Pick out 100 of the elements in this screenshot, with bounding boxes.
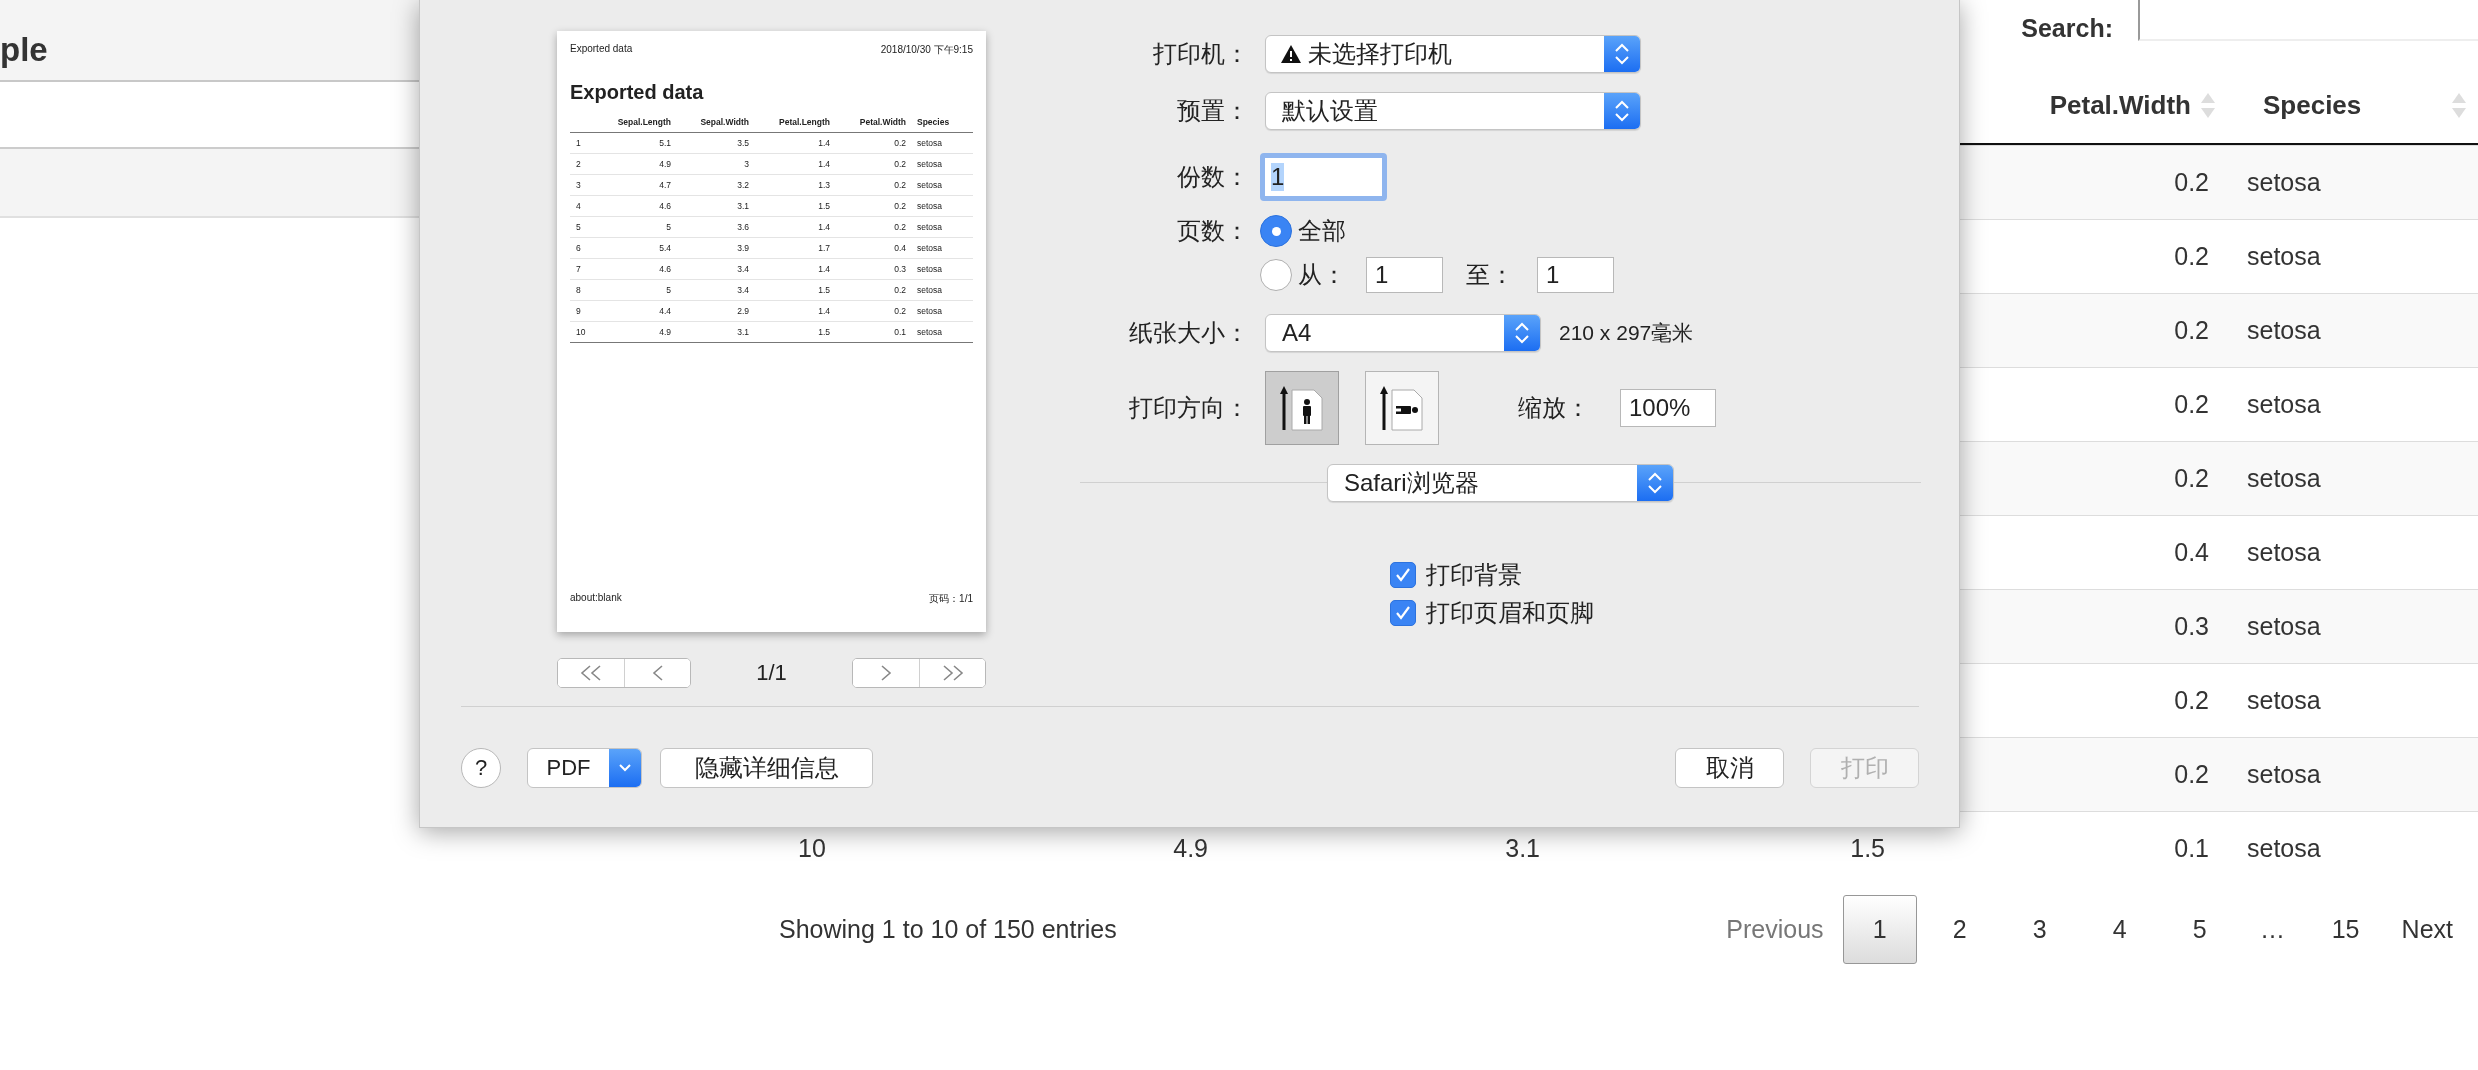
preview-cell-text: 0.2 xyxy=(893,159,907,169)
radio-label[interactable]: 全部 xyxy=(1298,215,1346,247)
page-button[interactable]: 4 xyxy=(2082,894,2157,964)
paper-size-popup[interactable]: A4 xyxy=(1265,314,1541,352)
preview-cell-text: setosa xyxy=(916,180,944,190)
portrait-button[interactable] xyxy=(1265,371,1339,445)
table-cell-text: 0.2 xyxy=(2173,390,2210,419)
table-cell-text: 0.2 xyxy=(2173,760,2210,789)
preview-cell-text: 4.6 xyxy=(658,264,672,274)
preview-page-number: 页码：1/1 xyxy=(929,592,973,606)
preview-cell-text: 1.7 xyxy=(817,243,831,253)
from-page-field[interactable]: 1 xyxy=(1366,257,1443,293)
checkbox-label[interactable]: 打印背景 xyxy=(1426,559,1522,591)
table-cell-text: setosa xyxy=(2246,538,2322,567)
preview-cell-text: 0.2 xyxy=(893,222,907,232)
table-cell-text: 3.1 xyxy=(1504,834,1541,863)
radio-label[interactable]: 从： xyxy=(1298,259,1346,291)
column-heading[interactable]: Petal.Width xyxy=(2049,90,2191,121)
printer-popup[interactable]: 未选择打印机 xyxy=(1265,35,1641,73)
preview-cell-text: 2.9 xyxy=(736,306,750,316)
preview-cell-text: 8 xyxy=(575,285,582,295)
preview-cell-text: 9 xyxy=(575,306,582,316)
preview-column-heading: Sepal.Width xyxy=(699,117,750,127)
preview-cell-text: 5 xyxy=(665,222,672,232)
preview-cell-text: 3.4 xyxy=(736,285,750,295)
search-field[interactable] xyxy=(2138,0,2478,41)
table-cell-text: 0.4 xyxy=(2173,538,2210,567)
preview-cell-text: 3.9 xyxy=(736,243,750,253)
chevron-left-icon xyxy=(650,664,665,682)
preview-header-date: 2018/10/30 下午9:15 xyxy=(880,43,973,57)
preview-cell-text: setosa xyxy=(916,243,944,253)
to-page-field[interactable]: 1 xyxy=(1537,257,1614,293)
preview-title: Exported data xyxy=(570,81,705,104)
pdf-menu-button[interactable]: PDF xyxy=(527,747,642,788)
section-popup[interactable]: Safari浏览器 xyxy=(1327,463,1674,502)
preview-cell-text: 4.9 xyxy=(658,159,672,169)
preview-column-heading: Species xyxy=(916,117,951,127)
table-cell-text: setosa xyxy=(2246,242,2322,271)
table-cell-text: 0.2 xyxy=(2173,464,2210,493)
preview-cell-text: 5.1 xyxy=(658,138,672,148)
warning-icon xyxy=(1280,44,1302,64)
hide-details-button[interactable]: 隐藏详细信息 xyxy=(660,747,873,788)
updown-chevron-icon xyxy=(1612,98,1632,124)
table-cell-text: 10 xyxy=(797,834,827,863)
checkbox[interactable] xyxy=(1390,600,1416,626)
orientation-label: 打印方向： xyxy=(1128,393,1249,423)
pagination-nav-button[interactable]: Next xyxy=(2388,894,2466,964)
to-label: 至： xyxy=(1466,260,1514,290)
table-cell-text: setosa xyxy=(2246,316,2322,345)
paper-dimensions: 210 x 297毫米 xyxy=(1559,320,1694,346)
table-cell-text: setosa xyxy=(2246,390,2322,419)
checkbox[interactable] xyxy=(1390,562,1416,588)
preset-label: 预置： xyxy=(1176,96,1249,126)
page-button[interactable]: 3 xyxy=(2002,894,2077,964)
preview-cell-text: 0.2 xyxy=(893,201,907,211)
chevron-right-icon xyxy=(879,664,893,682)
preview-cell-text: setosa xyxy=(916,222,944,232)
preview-cell-text: 1.4 xyxy=(817,222,831,232)
pagination-ellipsis[interactable]: … xyxy=(2242,894,2303,964)
table-cell-text: 0.2 xyxy=(2173,168,2210,197)
table-cell-text: 0.3 xyxy=(2173,612,2210,641)
preview-cell-text: 0.2 xyxy=(893,138,907,148)
table-cell-text: setosa xyxy=(2246,464,2322,493)
search-label: Search: xyxy=(2021,13,2113,44)
preview-cell-text: 4 xyxy=(575,201,582,211)
table-cell-text: 0.2 xyxy=(2173,686,2210,715)
scale-field[interactable]: 100% xyxy=(1620,389,1716,427)
preview-cell-text: 6 xyxy=(575,243,582,253)
page-button[interactable]: 5 xyxy=(2162,894,2237,964)
preset-popup[interactable]: 默认设置 xyxy=(1265,92,1641,130)
preview-cell-text: 3.1 xyxy=(736,327,750,337)
table-cell-text: 0.1 xyxy=(2173,834,2210,863)
page-button[interactable]: 2 xyxy=(1922,894,1997,964)
preview-footer-url: about:blank xyxy=(570,592,622,605)
table-cell-text: 4.9 xyxy=(1172,834,1209,863)
copies-field[interactable]: 1 xyxy=(1260,153,1387,201)
checkbox-label[interactable]: 打印页眉和页脚 xyxy=(1426,597,1594,629)
preview-cell-text: setosa xyxy=(916,285,944,295)
preview-cell-text: setosa xyxy=(916,138,944,148)
preview-cell-text: 1.4 xyxy=(817,138,831,148)
preview-cell-text: 1.4 xyxy=(817,159,831,169)
printer-label: 打印机： xyxy=(1152,39,1249,69)
previous-page-button[interactable] xyxy=(624,659,690,687)
radio-button[interactable] xyxy=(1260,215,1292,247)
landscape-button[interactable] xyxy=(1365,371,1439,445)
preview-cell-text: 4.9 xyxy=(658,327,672,337)
column-heading[interactable]: Species xyxy=(2263,90,2362,121)
page-button[interactable]: 15 xyxy=(2308,894,2383,964)
dialog-button[interactable]: 取消 xyxy=(1675,747,1784,788)
preview-cell-text: 1.4 xyxy=(817,264,831,274)
help-button[interactable]: ? xyxy=(461,747,501,788)
preview-cell-text: 0.2 xyxy=(893,180,907,190)
preview-cell-text: setosa xyxy=(916,159,944,169)
page-button[interactable]: 1 xyxy=(1842,894,1917,964)
preview-cell-text: 1 xyxy=(575,138,582,148)
last-page-button[interactable] xyxy=(919,659,985,687)
radio-button[interactable] xyxy=(1260,259,1292,291)
preview-column-heading: Petal.Width xyxy=(858,117,907,127)
preview-cell-text: 1.5 xyxy=(817,201,831,211)
preview-cell-text: 4.7 xyxy=(658,180,672,190)
